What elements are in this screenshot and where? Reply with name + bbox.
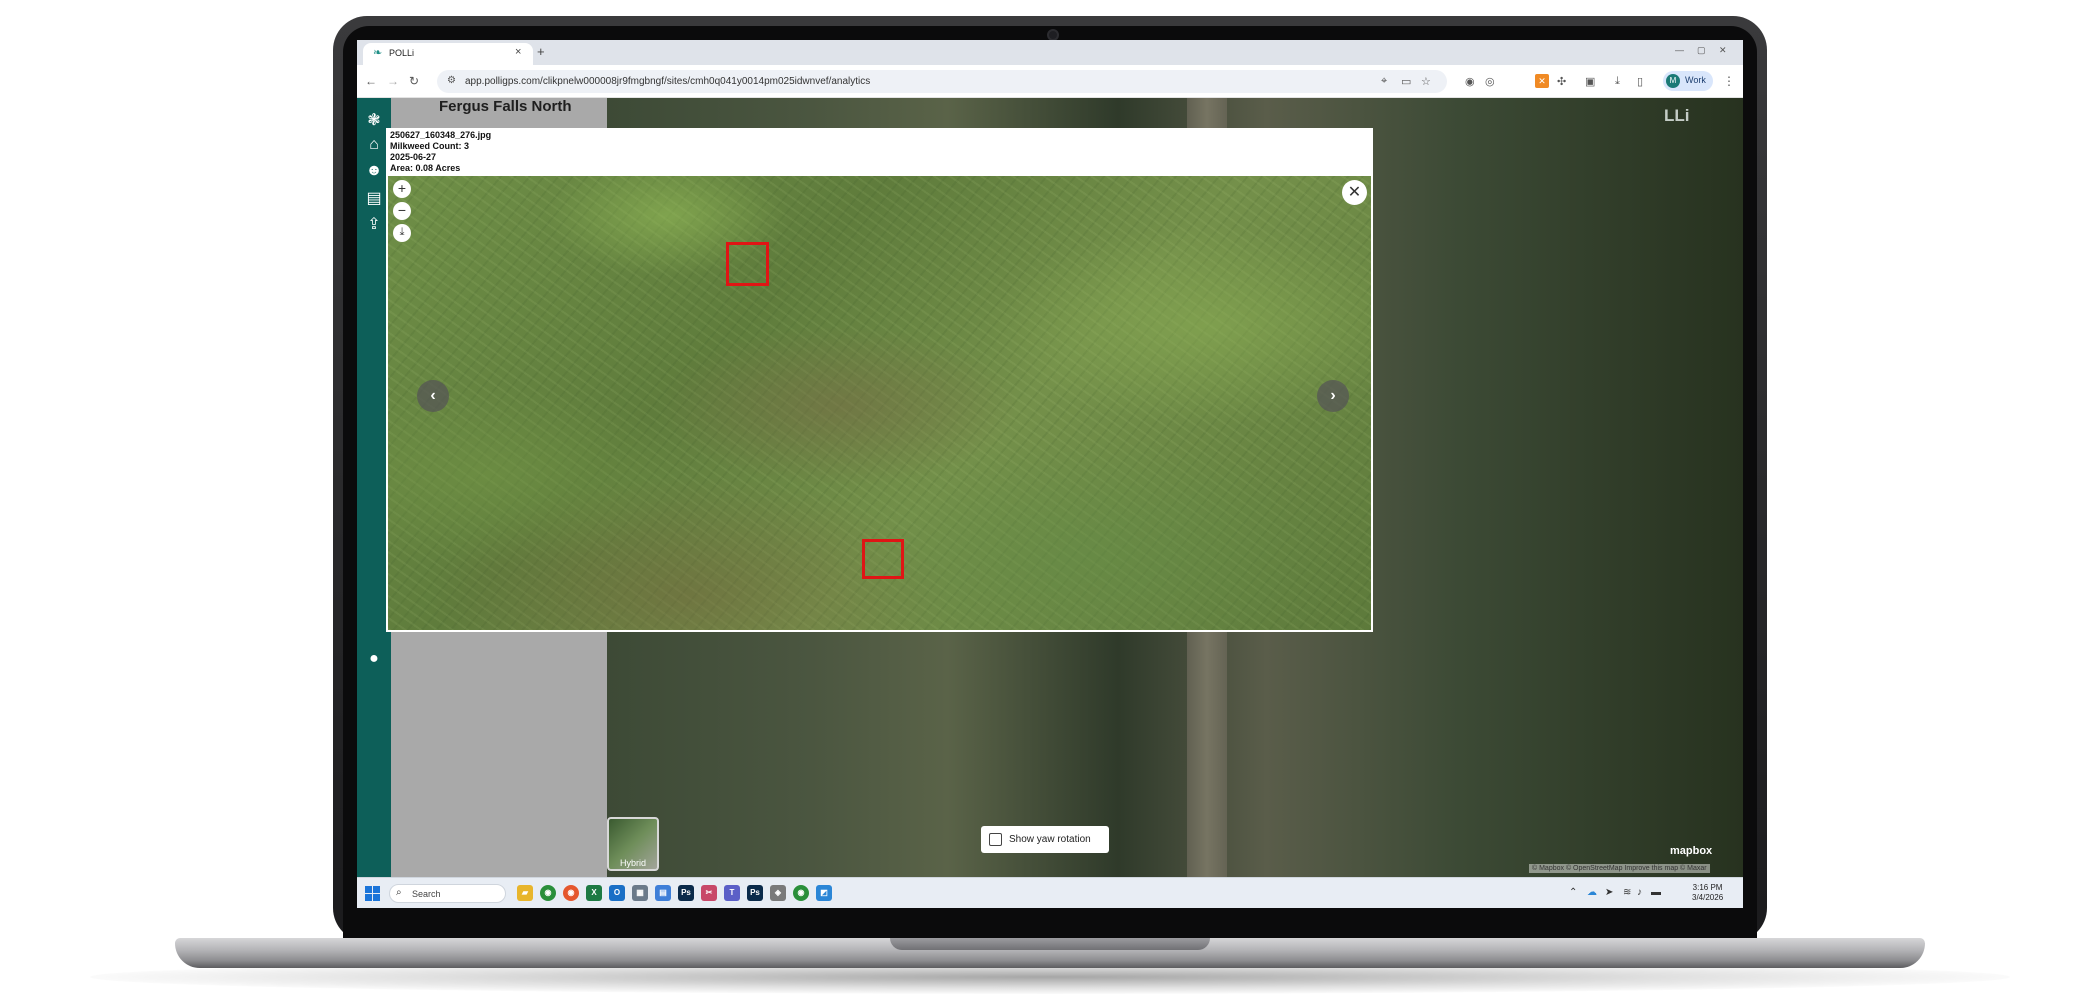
area: Area: 0.08 Acres bbox=[390, 163, 461, 173]
search-placeholder: Search bbox=[412, 889, 441, 899]
milkweed-detection-box[interactable] bbox=[726, 242, 769, 286]
close-viewer-button[interactable]: ✕ bbox=[1342, 180, 1367, 205]
laptop-notch bbox=[890, 938, 1210, 950]
milkweed-detection-box[interactable] bbox=[862, 539, 904, 579]
extension-orange-icon[interactable]: ✕ bbox=[1535, 74, 1549, 88]
wifi-icon[interactable]: ≋ bbox=[1623, 887, 1631, 898]
windows-start-icon[interactable] bbox=[365, 886, 380, 901]
zoom-in-button[interactable]: + bbox=[393, 180, 411, 198]
teams-icon[interactable]: T bbox=[724, 885, 740, 901]
forward-icon[interactable]: → bbox=[387, 74, 399, 88]
onedrive-icon[interactable]: ☁ bbox=[1587, 887, 1597, 898]
map-style-label: Hybrid bbox=[619, 858, 646, 868]
app-logo-partial: LLi bbox=[1664, 106, 1690, 125]
logo-icon[interactable]: ❃ bbox=[357, 110, 391, 130]
capture-date: 2025-06-27 bbox=[390, 152, 437, 162]
taskbar-search[interactable]: ⌕ Search bbox=[389, 884, 506, 903]
yaw-rotation-toggle[interactable]: Show yaw rotation bbox=[981, 826, 1109, 853]
avatar: M bbox=[1666, 74, 1680, 88]
app-icon[interactable]: ◩ bbox=[816, 885, 832, 901]
account-icon[interactable]: ● bbox=[357, 650, 391, 668]
tab-close-icon[interactable]: × bbox=[515, 46, 521, 58]
image-filename: 250627_160348_276.jpg bbox=[390, 130, 492, 140]
split-view-icon[interactable]: ▯ bbox=[1637, 75, 1643, 88]
new-tab-button[interactable]: + bbox=[537, 44, 545, 59]
location-icon[interactable]: ➤ bbox=[1605, 887, 1613, 898]
milkweed-count: Milkweed Count: 3 bbox=[390, 141, 470, 151]
tab-search-icon[interactable]: ▣ bbox=[1585, 75, 1595, 88]
maximize-icon[interactable]: ▢ bbox=[1697, 45, 1706, 56]
search-icon: ⌕ bbox=[396, 887, 402, 898]
clock-date: 3/4/2026 bbox=[1692, 893, 1724, 902]
outlook-icon[interactable]: O bbox=[609, 885, 625, 901]
zoom-out-button[interactable]: − bbox=[393, 202, 411, 220]
extension-icon[interactable]: ◉ bbox=[1465, 75, 1475, 88]
clock-time: 3:16 PM bbox=[1692, 883, 1723, 892]
mapbox-logo[interactable]: mapbox bbox=[1670, 845, 1712, 857]
chrome-icon[interactable]: ◉ bbox=[793, 885, 809, 901]
next-image-button[interactable]: › bbox=[1317, 380, 1349, 412]
url-text[interactable]: app.polligps.com/clikpnelw000008jr9fmgbn… bbox=[465, 76, 870, 87]
extension-icon[interactable]: ◎ bbox=[1485, 75, 1495, 88]
previous-image-button[interactable]: ‹ bbox=[417, 380, 449, 412]
volume-icon[interactable]: ♪ bbox=[1637, 887, 1642, 898]
taskbar-clock[interactable]: 3:16 PM 3/4/2026 bbox=[1692, 883, 1723, 903]
firefox-icon[interactable]: ◉ bbox=[563, 885, 579, 901]
reload-icon[interactable]: ↻ bbox=[409, 74, 419, 88]
browser-menu-icon[interactable]: ⋮ bbox=[1723, 74, 1735, 88]
calculator-icon[interactable]: ▦ bbox=[632, 885, 648, 901]
location-icon[interactable]: ⌖ bbox=[1381, 75, 1387, 88]
download-icon[interactable]: ⤓ bbox=[1615, 75, 1620, 88]
photoshop-icon[interactable]: Ps bbox=[678, 885, 694, 901]
screen: ❧ POLLi × + — ▢ ✕ ← → ↻ ⚙ app.polligps.c… bbox=[357, 40, 1743, 908]
extensions-puzzle-icon[interactable]: ✣ bbox=[1557, 75, 1566, 88]
back-icon[interactable]: ← bbox=[365, 74, 377, 88]
file-explorer-icon[interactable]: ▰ bbox=[517, 885, 533, 901]
image-info-panel: 250627_160348_276.jpg Milkweed Count: 3 … bbox=[386, 128, 1373, 174]
excel-icon[interactable]: X bbox=[586, 885, 602, 901]
site-title: Fergus Falls North bbox=[439, 98, 572, 115]
profile-label: Work bbox=[1685, 75, 1706, 85]
app-icon[interactable]: ◈ bbox=[770, 885, 786, 901]
profile-button[interactable]: M Work bbox=[1663, 71, 1713, 91]
yaw-rotation-label: Show yaw rotation bbox=[1009, 834, 1091, 845]
battery-icon[interactable]: ▬ bbox=[1651, 887, 1661, 898]
photoshop-icon[interactable]: Ps bbox=[747, 885, 763, 901]
browser-toolbar: ← → ↻ ⚙ app.polligps.com/clikpnelw000008… bbox=[357, 65, 1743, 98]
yaw-rotation-checkbox[interactable] bbox=[989, 833, 1002, 846]
chrome-icon[interactable]: ◉ bbox=[540, 885, 556, 901]
map-style-toggle[interactable]: Hybrid bbox=[607, 817, 659, 871]
map-attribution[interactable]: © Mapbox © OpenStreetMap Improve this ma… bbox=[1529, 864, 1710, 873]
snipping-tool-icon[interactable]: ✂ bbox=[701, 885, 717, 901]
bookmark-star-icon[interactable]: ☆ bbox=[1421, 75, 1431, 88]
window-close-icon[interactable]: ✕ bbox=[1719, 45, 1727, 56]
taskbar: ⌕ Search ▰ ◉ ◉ X O ▦ ▤ Ps ✂ T Ps ◈ ◉ ◩ ⌃… bbox=[357, 877, 1743, 908]
cast-icon[interactable]: ▭ bbox=[1401, 75, 1411, 88]
chevron-up-icon[interactable]: ⌃ bbox=[1569, 887, 1577, 898]
address-bar[interactable]: ⚙ app.polligps.com/clikpnelw000008jr9fmg… bbox=[437, 70, 1447, 93]
web-page: LLi Fergus Falls North ❃ ⌂ ☻ ▤ ⇪ ● 25062… bbox=[357, 98, 1743, 877]
polli-favicon-icon: ❧ bbox=[373, 47, 383, 59]
site-info-icon[interactable]: ⚙ bbox=[447, 75, 456, 86]
drone-image-viewer[interactable]: + − ⤓ ✕ ‹ › bbox=[386, 174, 1373, 632]
browser-tabbar: ❧ POLLi × + — ▢ ✕ bbox=[357, 40, 1743, 65]
minimize-icon[interactable]: — bbox=[1675, 45, 1684, 55]
notepad-icon[interactable]: ▤ bbox=[655, 885, 671, 901]
download-image-button[interactable]: ⤓ bbox=[393, 224, 411, 242]
browser-tab[interactable]: ❧ POLLi × bbox=[363, 43, 533, 65]
stage: ❧ POLLi × + — ▢ ✕ ← → ↻ ⚙ app.polligps.c… bbox=[0, 0, 2100, 1008]
tab-title: POLLi bbox=[389, 48, 415, 58]
